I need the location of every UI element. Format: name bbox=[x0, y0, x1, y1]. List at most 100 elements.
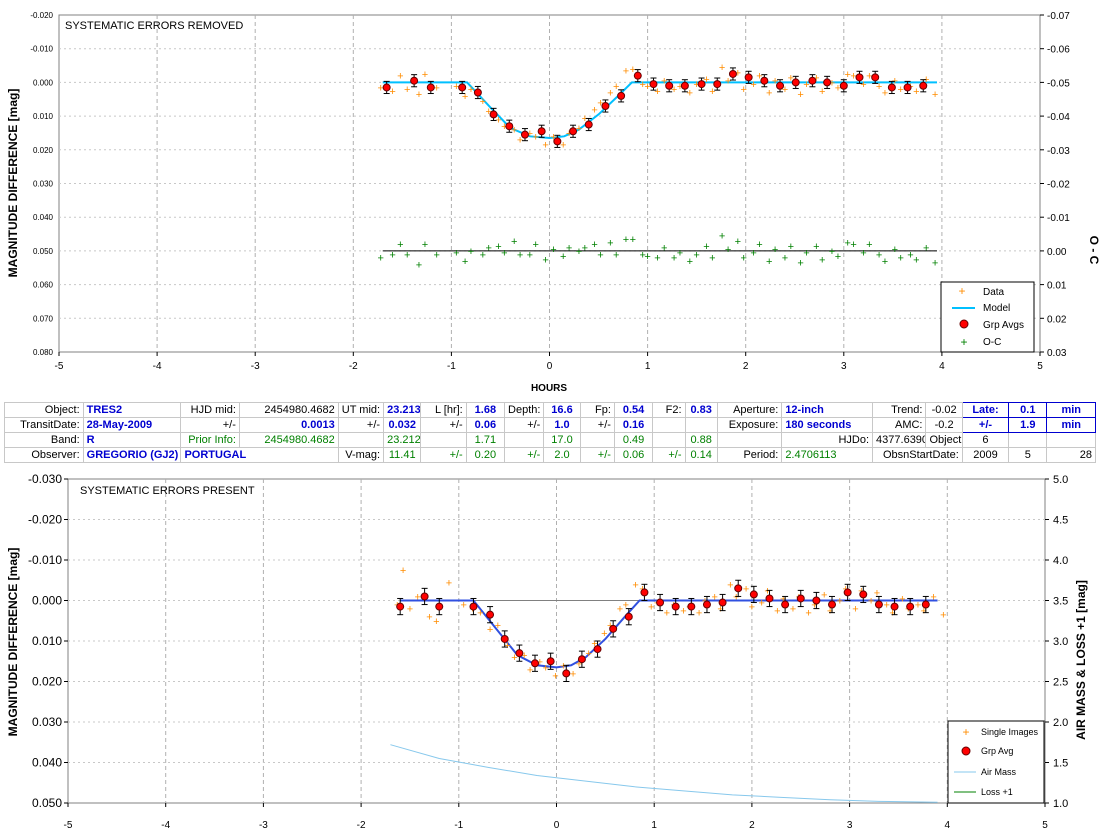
bottom-grp-point bbox=[859, 590, 868, 599]
bottom-legend-grp-label: Grp Avg bbox=[981, 746, 1013, 756]
top-grp-point bbox=[458, 83, 467, 92]
top-chart: -5 -4 -3 -2 -1 0 1 2 3 4 5 -0.020 -0.010 0.000 0.010 0… bbox=[6, 11, 1100, 394]
top-data-point: + bbox=[932, 89, 938, 101]
top-x-ticks: -5 -4 -3 -2 -1 0 1 2 3 4 5 bbox=[55, 352, 1043, 372]
bottom-y2-tick-label: 2.0 bbox=[1053, 717, 1068, 729]
obsn-month: 5 bbox=[1008, 447, 1048, 463]
object-num-value: 6 bbox=[961, 432, 1010, 448]
bottom-single-image-point: + bbox=[774, 606, 780, 618]
bottom-grp-point bbox=[435, 602, 444, 611]
bottom-grp-point bbox=[624, 612, 633, 621]
vmag-err-pm: +/- bbox=[420, 447, 467, 463]
bottom-y2-tick-label: 4.0 bbox=[1053, 555, 1068, 567]
top-oc-point: + bbox=[897, 253, 903, 265]
late-label: Late: bbox=[961, 402, 1010, 418]
bottom-y-ticks: -0.030 -0.020 -0.010 0.000 0.010 0.020 0.030 0.… bbox=[28, 472, 68, 810]
blank-cell bbox=[420, 432, 467, 448]
bottom-single-image-point: + bbox=[790, 604, 796, 616]
top-data-point: + bbox=[741, 84, 747, 96]
bottom-grp-point bbox=[812, 596, 821, 605]
top-oc-point: + bbox=[468, 246, 474, 258]
bottom-single-image-point: + bbox=[930, 591, 936, 603]
amc-value: -0.2 bbox=[925, 417, 963, 433]
aperture-value: 12-inch bbox=[781, 402, 874, 418]
bottom-x-ticks: -5 -4 -3 -2 -1 0 1 2 3 4 5 bbox=[64, 803, 1048, 831]
top-grp-point bbox=[382, 83, 391, 92]
top-oc-point: + bbox=[453, 248, 459, 260]
top-oc-point: + bbox=[756, 239, 762, 251]
top-oc-point: + bbox=[913, 254, 919, 266]
top-y-tick-label: 0.070 bbox=[33, 314, 54, 323]
bottom-legend-single-label: Single Images bbox=[981, 727, 1039, 737]
hjd-mid-label: HJD mid: bbox=[180, 402, 240, 418]
bottom-x-tick-label: -3 bbox=[259, 820, 268, 831]
hjd-err-value: 0.0013 bbox=[238, 417, 339, 433]
bottom-grp-point bbox=[718, 598, 727, 607]
top-y-tick-label: 0.000 bbox=[33, 78, 54, 87]
bottom-y2-tick-label: 5.0 bbox=[1053, 474, 1068, 486]
top-grp-point bbox=[553, 137, 562, 146]
bottom-y2-tick-label: 1.5 bbox=[1053, 758, 1068, 770]
bottom-grp-point bbox=[734, 584, 743, 593]
location-value: PORTUGAL bbox=[180, 447, 339, 463]
top-legend-oc-label: O-C bbox=[983, 337, 1001, 348]
top-oc-point: + bbox=[677, 248, 683, 260]
top-x-tick-label: 0 bbox=[547, 361, 553, 372]
period-label: Period: bbox=[716, 447, 783, 463]
top-y2-tick-label: -0.04 bbox=[1047, 112, 1070, 123]
depth-err-pm: +/- bbox=[504, 417, 545, 433]
top-oc-point: + bbox=[813, 241, 819, 253]
hjdo-label: HJDo: bbox=[781, 432, 874, 448]
bottom-y-tick-label: -0.010 bbox=[28, 553, 62, 567]
bottom-single-image-point: + bbox=[712, 591, 718, 603]
blank-cell bbox=[337, 432, 385, 448]
top-y-tick-label: -0.010 bbox=[30, 45, 53, 54]
aperture-label: Aperture: bbox=[716, 402, 783, 418]
top-oc-point: + bbox=[772, 244, 778, 256]
top-data-point: + bbox=[687, 88, 693, 100]
prior-hjd-value: 2454980.4682 bbox=[238, 432, 339, 448]
bottom-grp-point bbox=[656, 598, 665, 607]
blank-cell bbox=[1046, 432, 1096, 448]
top-oc-point: + bbox=[485, 243, 491, 255]
amc-err-value: 1.9 bbox=[1008, 417, 1048, 433]
top-x-tick-label: 4 bbox=[939, 361, 945, 372]
bottom-y-axis-label: MAGNITUDE DIFFERENCE [mag] bbox=[6, 548, 20, 737]
exposure-label: Exposure: bbox=[716, 417, 783, 433]
top-oc-point: + bbox=[866, 239, 872, 251]
amc-label: AMC: bbox=[872, 417, 927, 433]
bottom-grp-point bbox=[531, 659, 540, 668]
bottom-chart: -5 -4 -3 -2 -1 0 1 2 3 4 5 -0.030 -0.020 -0.010 0.000… bbox=[6, 472, 1088, 831]
bottom-single-image-point: + bbox=[400, 565, 406, 577]
top-oc-point: + bbox=[644, 251, 650, 263]
top-y-ticks: -0.020 -0.010 0.000 0.010 0.020 0.030 0.040 0.0… bbox=[30, 11, 53, 357]
top-y2-tick-label: 0.02 bbox=[1047, 314, 1067, 325]
top-oc-point: + bbox=[741, 253, 747, 265]
top-grp-point bbox=[887, 83, 896, 92]
top-data-point: + bbox=[542, 140, 548, 152]
bottom-x-tick-label: -2 bbox=[357, 820, 366, 831]
top-y-tick-label: 0.080 bbox=[33, 348, 54, 357]
top-y2-tick-label: -0.05 bbox=[1047, 78, 1070, 89]
top-data-point: + bbox=[468, 84, 474, 96]
top-oc-point: + bbox=[725, 244, 731, 256]
bottom-single-image-point: + bbox=[407, 604, 413, 616]
blank-cell bbox=[1008, 432, 1048, 448]
bottom-grp-point bbox=[781, 600, 790, 609]
top-oc-point: + bbox=[613, 249, 619, 261]
top-oc-point: + bbox=[709, 253, 715, 265]
bottom-grp-point bbox=[749, 590, 758, 599]
top-y-tick-label: 0.010 bbox=[33, 112, 54, 121]
bottom-grp-point bbox=[874, 600, 883, 609]
top-oc-point: + bbox=[693, 249, 699, 261]
top-oc-point: + bbox=[932, 258, 938, 270]
bottom-grp-point bbox=[671, 602, 680, 611]
bottom-grp-point bbox=[593, 645, 602, 654]
f2-err2-value: 0.14 bbox=[684, 447, 718, 463]
top-oc-point: + bbox=[533, 239, 539, 251]
info-row-1: Object: TRES2 HJD mid: 2454980.4682 UT m… bbox=[4, 402, 1096, 418]
top-grp-point bbox=[633, 71, 642, 80]
top-grp-point bbox=[410, 76, 419, 85]
bottom-single-image-point: + bbox=[727, 579, 733, 591]
hjd-err-pm: +/- bbox=[180, 417, 240, 433]
